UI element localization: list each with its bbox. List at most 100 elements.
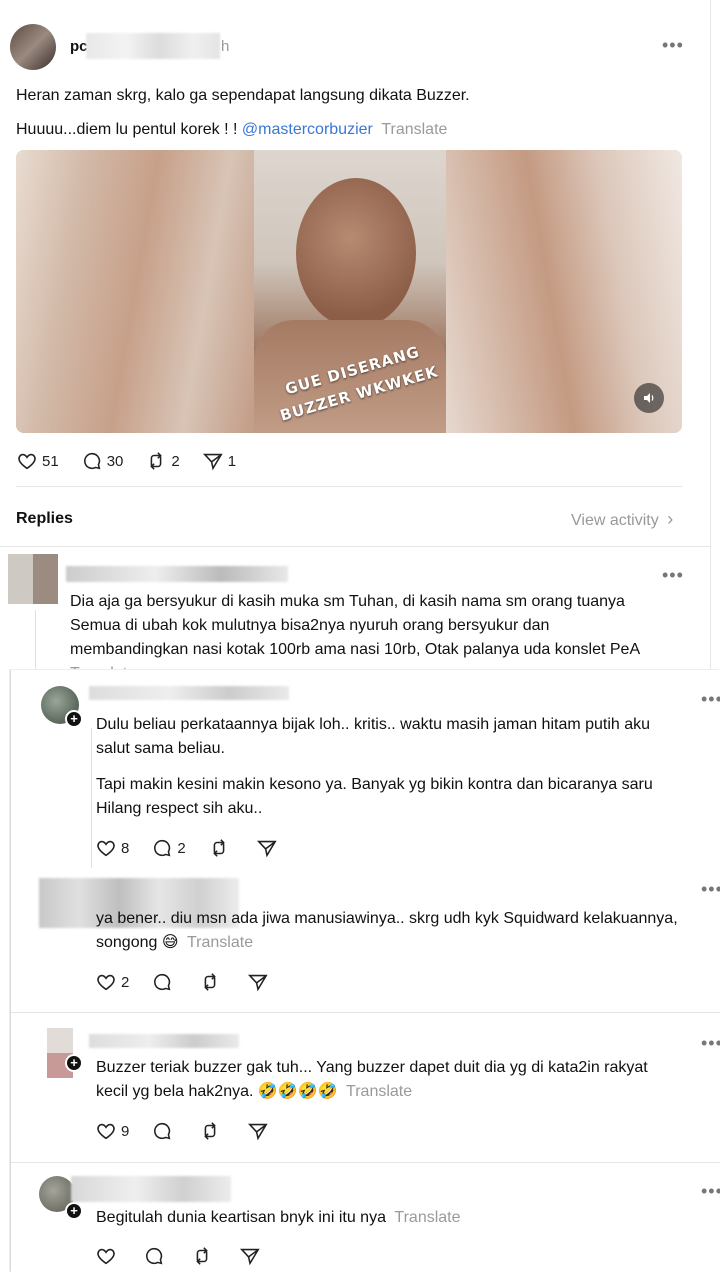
video-left-panel [16,150,254,433]
share-button[interactable] [239,1245,265,1267]
repost-button[interactable] [199,971,225,993]
like-count: 2 [121,973,130,991]
heart-icon [97,1123,115,1140]
follow-plus-icon[interactable]: + [65,710,83,728]
repost-button[interactable]: 2 [145,450,180,472]
chevron-right-icon: › [667,509,674,529]
comment-icon [146,1247,163,1265]
emoji-rofl: 🤣🤣🤣🤣 [257,1083,338,1100]
like-button[interactable] [95,1245,121,1267]
comment-icon [154,839,171,857]
repost-icon [213,839,225,857]
like-button[interactable]: 51 [16,450,59,472]
view-activity-link[interactable]: View activity › [571,506,673,534]
send-icon [256,840,277,858]
more-options-icon[interactable]: ••• [662,36,684,54]
comment-button[interactable] [143,1245,169,1267]
heart-icon [97,1248,115,1265]
translate-link[interactable]: Translate [346,1083,412,1100]
like-count: 51 [42,452,59,470]
reply4-line2: kecil yg bela hak2nya. 🤣🤣🤣🤣 Translate [96,1079,412,1105]
username-redacted [66,566,288,582]
thread-line [91,728,92,868]
divider [16,486,682,487]
send-icon [248,1123,268,1141]
send-icon [248,974,268,992]
emoji-sweat-smile: 😅 [161,934,179,951]
comment-button[interactable] [151,971,177,993]
send-icon [239,1248,260,1266]
share-button[interactable]: 1 [202,450,236,472]
repost-icon [204,1122,217,1140]
username[interactable]: pc [70,34,88,60]
more-options-icon[interactable]: ••• [701,880,720,898]
more-options-icon[interactable]: ••• [701,690,720,708]
reply5-actions [95,1245,287,1267]
heart-icon [97,840,115,857]
reply5-line1: Begitulah dunia keartisan bnyk ini itu n… [96,1205,461,1231]
username-redacted [71,1176,231,1202]
comment-count: 2 [177,839,186,857]
reply3-text: songong [96,934,158,951]
like-count: 8 [121,839,130,857]
reply5-text: Begitulah dunia keartisan bnyk ini itu n… [96,1209,386,1226]
speaker-icon[interactable] [634,383,664,413]
post-text-body: Huuuu...diem lu pentul korek ! ! [16,121,238,138]
like-count: 9 [121,1122,130,1140]
thread-line [35,610,36,670]
comment-icon [154,1122,171,1140]
more-options-icon[interactable]: ••• [662,566,684,584]
reply1-line2: Semua di ubah kok mulutnya bisa2nya nyur… [70,617,550,634]
like-button[interactable]: 8 [95,837,129,859]
more-options-icon[interactable]: ••• [701,1182,720,1200]
comment-button[interactable]: 30 [81,450,124,472]
like-button[interactable]: 9 [95,1120,129,1142]
avatar[interactable] [10,24,56,70]
like-button[interactable]: 2 [95,971,129,993]
post-actions: 51 30 2 1 [16,450,258,472]
share-button[interactable] [256,837,282,859]
view-activity-label: View activity [571,512,659,529]
post-video[interactable]: GUE DISERANG BUZZER WKWKEK [16,150,682,433]
repost-button[interactable] [208,837,234,859]
post-text-line2: Huuuu...diem lu pentul korek ! ! @master… [16,117,447,143]
reply4-line1: Buzzer teriak buzzer gak tuh... Yang buz… [96,1059,648,1076]
translate-link[interactable]: Translate [381,121,447,138]
translate-link[interactable]: Translate [70,661,136,670]
avatar[interactable] [8,554,58,604]
reply3-line2: songong 😅 Translate [96,930,253,956]
reply3-line1: ya bener.. diu msn ada jiwa manusiawinya… [96,910,678,927]
repost-button[interactable] [191,1245,217,1267]
follow-plus-icon[interactable]: + [65,1054,83,1072]
reply1-line3: membandingkan nasi kotak 100rb ama nasi … [70,641,641,658]
comment-button[interactable] [151,1120,177,1142]
repost-count: 2 [171,452,180,470]
username-redacted [89,1034,239,1048]
reply2-actions: 8 2 [95,837,304,859]
translate-link[interactable]: Translate [394,1209,460,1226]
send-icon [202,453,223,471]
comment-count: 30 [106,452,124,470]
reply2-line4: Hilang respect sih aku.. [96,800,263,817]
heart-icon [18,453,36,470]
reply4-actions: 9 [95,1120,295,1142]
reply2-line2: salut sama beliau. [96,740,225,757]
reply3-actions: 2 [95,971,295,993]
follow-plus-icon[interactable]: + [65,1202,83,1220]
post-time: h [221,38,230,55]
repost-icon [150,452,163,470]
share-button[interactable] [247,971,273,993]
translate-link[interactable]: Translate [187,934,253,951]
heart-icon [97,974,115,991]
more-options-icon[interactable]: ••• [701,1034,720,1052]
repost-button[interactable] [199,1120,225,1142]
divider [0,546,710,547]
comment-button[interactable]: 2 [151,837,186,859]
reply2-line3: Tapi makin kesini makin kesono ya. Banya… [96,776,653,793]
divider [11,1012,720,1013]
share-button[interactable] [247,1120,273,1142]
mention-link[interactable]: @mastercorbuzier [242,121,373,138]
post-frame: pc h ••• Heran zaman skrg, kalo ga sepen… [0,0,711,670]
reply2-line1: Dulu beliau perkataannya bijak loh.. kri… [96,716,651,733]
share-count: 1 [227,452,237,470]
